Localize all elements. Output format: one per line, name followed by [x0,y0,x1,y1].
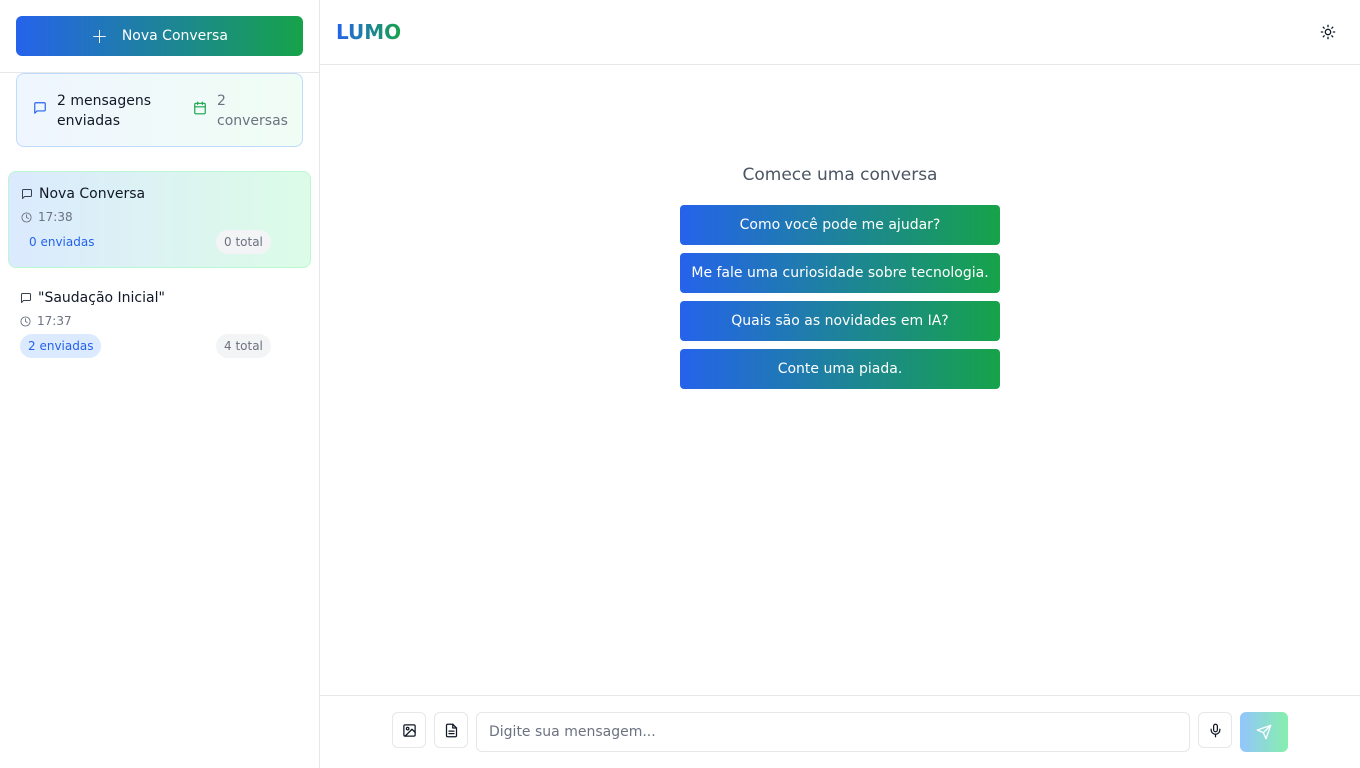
conversation-badges: 0 enviadas 0 total [21,230,298,254]
total-badge: 4 total [216,334,271,358]
attach-image-button[interactable] [392,712,426,748]
send-icon [1256,724,1272,740]
microphone-button[interactable] [1198,712,1232,748]
conversation-title-row: Nova Conversa [21,184,298,204]
clock-icon [20,315,31,327]
clock-icon [21,211,32,223]
messages-stat-label: 2 mensagens enviadas [57,93,152,129]
microphone-icon [1210,723,1220,737]
theme-toggle-button[interactable] [1320,24,1336,40]
sent-badge: 0 enviadas [29,235,95,249]
attach-document-button[interactable] [434,712,468,748]
conversation-time-row: 17:38 [21,210,298,224]
total-badge: 0 total [216,230,271,254]
document-icon [445,723,457,737]
plus-icon: + [91,24,108,48]
welcome-title: Comece uma conversa [742,165,938,185]
send-button[interactable] [1240,712,1288,752]
conversation-item[interactable]: "Saudação Inicial" 17:37 2 enviadas 4 to… [8,276,311,373]
image-icon [402,723,416,737]
suggestion-button[interactable]: Quais são as novidades em IA? [680,301,1000,341]
sun-icon [1320,24,1336,40]
new-chat-button[interactable]: + Nova Conversa [16,16,303,56]
conversation-title: "Saudação Inicial" [38,290,165,306]
message-composer [320,695,1360,768]
messages-stat: 2 mensagens enviadas [33,91,183,131]
conversation-title-row: "Saudação Inicial" [20,288,299,308]
suggestion-button[interactable]: Me fale uma curiosidade sobre tecnologia… [680,253,1000,293]
conversation-time-row: 17:37 [20,314,299,328]
app-brand: LUMO [336,20,402,44]
suggestion-button[interactable]: Como você pode me ajudar? [680,205,1000,245]
sidebar: + Nova Conversa 2 mensagens enviadas 2 c… [0,0,320,768]
stats-panel: 2 mensagens enviadas 2 conversas [16,73,303,147]
conversations-stat-label: 2 conversas [217,93,288,129]
new-chat-label: Nova Conversa [121,28,228,44]
app-header: LUMO [320,0,1360,65]
calendar-icon [194,101,206,115]
suggestion-button[interactable]: Conte uma piada. [680,349,1000,389]
conversation-time: 17:37 [37,314,72,328]
sent-badge: 2 enviadas [20,334,102,358]
conversation-badges: 2 enviadas 4 total [20,334,299,358]
conversation-item[interactable]: Nova Conversa 17:38 0 enviadas 0 total [8,171,311,268]
chat-icon [22,189,32,199]
message-icon [34,102,46,114]
welcome-panel: Comece uma conversa Como você pode me aj… [680,160,1000,397]
conversation-time: 17:38 [38,210,73,224]
conversations-stat: 2 conversas [193,91,293,131]
message-input[interactable] [476,712,1190,752]
chat-icon [21,293,31,303]
conversation-title: Nova Conversa [39,186,146,202]
